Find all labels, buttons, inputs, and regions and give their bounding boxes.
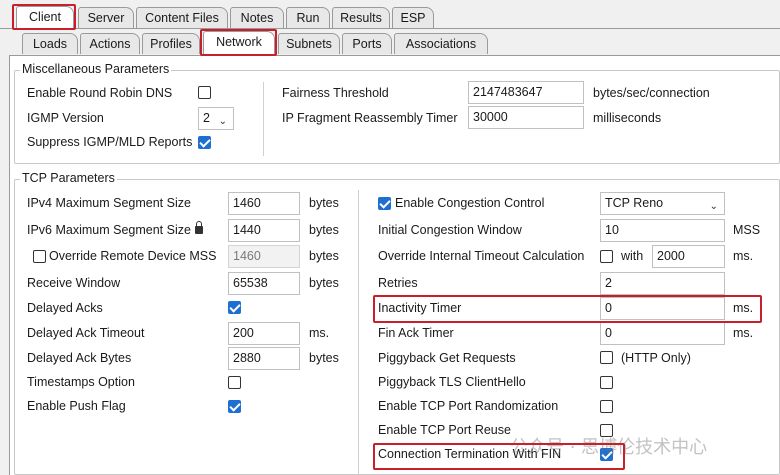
port-reuse-label: Enable TCP Port Reuse bbox=[378, 423, 511, 437]
override-timeout-checkbox[interactable] bbox=[600, 250, 613, 263]
ip-fragment-timer-unit: milliseconds bbox=[593, 111, 662, 125]
ipv6-mss-text: IPv6 Maximum Segment Size bbox=[27, 223, 191, 237]
receive-window-label: Receive Window bbox=[27, 276, 121, 290]
inactivity-timer-input[interactable]: 0 bbox=[600, 297, 725, 320]
round-robin-checkbox[interactable] bbox=[198, 86, 211, 99]
timestamps-option-label: Timestamps Option bbox=[27, 375, 135, 389]
tab-subnets[interactable]: Subnets bbox=[278, 33, 340, 54]
override-mss-input[interactable]: 1460 bbox=[228, 245, 300, 268]
tab-content-files[interactable]: Content Files bbox=[136, 7, 228, 28]
receive-window-input[interactable]: 65538 bbox=[228, 272, 300, 295]
retries-label: Retries bbox=[378, 276, 418, 290]
http-only-label: (HTTP Only) bbox=[621, 351, 691, 365]
piggyback-get-label: Piggyback Get Requests bbox=[378, 351, 516, 365]
piggyback-tls-label: Piggyback TLS ClientHello bbox=[378, 375, 526, 389]
initial-window-unit: MSS bbox=[733, 223, 761, 237]
congestion-algorithm-select[interactable]: TCP Reno ⌄ bbox=[600, 192, 725, 215]
piggyback-tls-checkbox[interactable] bbox=[600, 376, 613, 389]
fin-ack-timer-input[interactable]: 0 bbox=[600, 322, 725, 345]
initial-window-label: Initial Congestion Window bbox=[378, 223, 522, 237]
fin-ack-timer-label: Fin Ack Timer bbox=[378, 326, 454, 340]
port-randomization-checkbox[interactable] bbox=[600, 400, 613, 413]
fin-ack-timer-unit: ms. bbox=[733, 326, 754, 340]
push-flag-checkbox[interactable] bbox=[228, 400, 241, 413]
tab-network[interactable]: Network bbox=[203, 31, 275, 56]
congestion-control-checkbox[interactable] bbox=[378, 197, 391, 210]
delayed-ack-timeout-input[interactable]: 200 bbox=[228, 322, 300, 345]
tab-actions[interactable]: Actions bbox=[80, 33, 140, 54]
chevron-down-icon: ⌄ bbox=[709, 201, 718, 212]
fairness-threshold-input[interactable]: 2147483647 bbox=[468, 81, 584, 104]
tab-client[interactable]: Client bbox=[16, 6, 74, 28]
initial-window-input[interactable]: 10 bbox=[600, 219, 725, 242]
delayed-ack-bytes-unit: bytes bbox=[309, 351, 339, 365]
fairness-threshold-label: Fairness Threshold bbox=[282, 86, 389, 100]
delayed-ack-timeout-label: Delayed Ack Timeout bbox=[27, 326, 145, 340]
timestamps-option-checkbox[interactable] bbox=[228, 376, 241, 389]
watermark-text: 公众号 · 思博伦技术中心 bbox=[510, 437, 708, 458]
suppress-igmp-label: Suppress IGMP/MLD Reports bbox=[27, 135, 193, 149]
congestion-algorithm-value: TCP Reno bbox=[605, 196, 664, 210]
delayed-acks-checkbox[interactable] bbox=[228, 301, 241, 314]
suppress-igmp-checkbox[interactable] bbox=[198, 136, 211, 149]
lock-icon bbox=[194, 221, 203, 234]
ipv4-mss-unit: bytes bbox=[309, 196, 339, 210]
chevron-down-icon: ⌄ bbox=[218, 116, 227, 127]
piggyback-get-checkbox[interactable] bbox=[600, 351, 613, 364]
ipv6-mss-input[interactable]: 1440 bbox=[228, 219, 300, 242]
delayed-ack-timeout-unit: ms. bbox=[309, 326, 330, 340]
misc-divider bbox=[263, 82, 264, 156]
tab-esp[interactable]: ESP bbox=[392, 7, 434, 28]
misc-parameters-title: Miscellaneous Parameters bbox=[20, 62, 172, 76]
tab-server[interactable]: Server bbox=[78, 7, 134, 28]
delayed-ack-bytes-label: Delayed Ack Bytes bbox=[27, 351, 132, 365]
ipv4-mss-label: IPv4 Maximum Segment Size bbox=[27, 196, 191, 210]
ip-fragment-timer-input[interactable]: 30000 bbox=[468, 106, 584, 129]
igmp-version-label: IGMP Version bbox=[27, 111, 104, 125]
override-timeout-input[interactable]: 2000 bbox=[652, 245, 725, 268]
tab-results[interactable]: Results bbox=[332, 7, 390, 28]
inactivity-timer-unit: ms. bbox=[733, 301, 754, 315]
ipv6-mss-unit: bytes bbox=[309, 223, 339, 237]
override-mss-unit: bytes bbox=[309, 249, 339, 263]
override-mss-checkbox[interactable] bbox=[33, 250, 46, 263]
push-flag-label: Enable Push Flag bbox=[27, 399, 126, 413]
tab-notes[interactable]: Notes bbox=[230, 7, 284, 28]
override-mss-label: Override Remote Device MSS bbox=[49, 249, 217, 263]
igmp-version-select[interactable]: 2 ⌄ bbox=[198, 107, 234, 130]
tab-ports[interactable]: Ports bbox=[342, 33, 392, 54]
inactivity-timer-label: Inactivity Timer bbox=[378, 301, 462, 315]
tab-profiles[interactable]: Profiles bbox=[142, 33, 200, 54]
igmp-version-value: 2 bbox=[203, 111, 210, 125]
receive-window-unit: bytes bbox=[309, 276, 339, 290]
port-randomization-label: Enable TCP Port Randomization bbox=[378, 399, 559, 413]
tab-loads[interactable]: Loads bbox=[22, 33, 78, 54]
congestion-control-label: Enable Congestion Control bbox=[395, 196, 545, 210]
retries-input[interactable]: 2 bbox=[600, 272, 725, 295]
tab-associations[interactable]: Associations bbox=[394, 33, 488, 54]
tcp-parameters-title: TCP Parameters bbox=[20, 171, 117, 185]
with-label: with bbox=[621, 249, 644, 263]
ipv6-mss-label: IPv6 Maximum Segment Size bbox=[27, 221, 203, 237]
ipv4-mss-input[interactable]: 1460 bbox=[228, 192, 300, 215]
fairness-threshold-unit: bytes/sec/connection bbox=[593, 86, 710, 100]
tcp-divider bbox=[358, 190, 359, 475]
top-tab-baseline bbox=[0, 28, 780, 29]
tab-run[interactable]: Run bbox=[286, 7, 330, 28]
round-robin-label: Enable Round Robin DNS bbox=[27, 86, 173, 100]
delayed-acks-label: Delayed Acks bbox=[27, 301, 103, 315]
ip-fragment-timer-label: IP Fragment Reassembly Timer bbox=[282, 111, 458, 125]
override-timeout-label: Override Internal Timeout Calculation bbox=[378, 249, 585, 263]
delayed-ack-bytes-input[interactable]: 2880 bbox=[228, 347, 300, 370]
override-timeout-unit: ms. bbox=[733, 249, 754, 263]
